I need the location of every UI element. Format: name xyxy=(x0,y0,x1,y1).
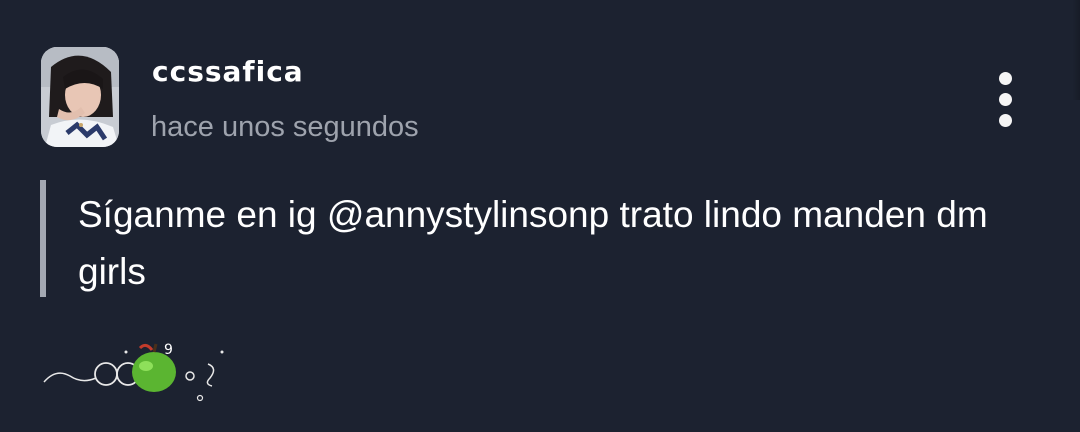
svg-text:9: 9 xyxy=(164,342,173,358)
post-timestamp: hace unos segundos xyxy=(151,111,419,143)
more-vertical-icon-dot xyxy=(999,93,1012,106)
more-vertical-icon-dot xyxy=(999,114,1012,127)
avatar-photo-icon xyxy=(41,47,119,147)
more-options-button[interactable] xyxy=(986,66,1026,132)
green-apple-icon: 9 xyxy=(43,342,224,402)
quote-bar xyxy=(40,180,46,297)
more-vertical-icon xyxy=(999,72,1012,85)
author-username[interactable]: ccssafica xyxy=(152,56,304,88)
author-avatar[interactable] xyxy=(41,47,119,147)
scroll-edge-shadow xyxy=(1072,0,1080,100)
post-body: Síganme en ig @annystylinsonp trato lind… xyxy=(78,194,988,292)
signature-doodle: 9 xyxy=(40,338,240,413)
